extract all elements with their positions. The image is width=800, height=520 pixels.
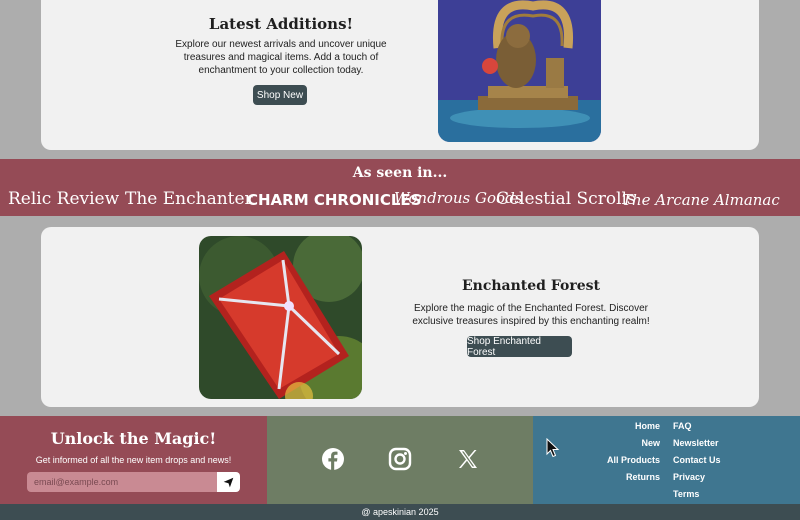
as-seen-in-banner: As seen in... Relic Review The Enchanter…: [0, 159, 800, 216]
copyright-text: @ apeskinian 2025: [0, 504, 800, 520]
brand-logo: The Enchanter: [125, 189, 253, 209]
email-field[interactable]: [27, 472, 217, 492]
footer-links-left: Home New All Products Returns: [607, 420, 660, 488]
instagram-icon[interactable]: [388, 447, 412, 471]
social-panel: [267, 416, 533, 504]
golden-idol-image: [438, 0, 601, 142]
shop-new-button[interactable]: Shop New: [253, 85, 307, 105]
brand-logo: Relic Review: [8, 189, 120, 209]
footer-link-faq[interactable]: FAQ: [673, 420, 721, 437]
brand-logo: Celestial Scrolls: [496, 189, 636, 209]
subscribe-button[interactable]: [217, 472, 240, 492]
enchanted-forest-description: Explore the magic of the Enchanted Fores…: [412, 303, 650, 327]
shop-enchanted-forest-button[interactable]: Shop Enchanted Forest: [467, 336, 572, 358]
newsletter-description: Get informed of all the new item drops a…: [35, 455, 232, 465]
footer-link-contact-us[interactable]: Contact Us: [673, 454, 721, 471]
latest-additions-description: Explore our newest arrivals and uncover …: [175, 39, 387, 76]
brand-logo: The Arcane Almanac: [622, 191, 780, 209]
footer-link-returns[interactable]: Returns: [607, 471, 660, 488]
footer-links-panel: Home New All Products Returns FAQ Newsle…: [533, 416, 800, 504]
newsletter-panel: Unlock the Magic! Get informed of all th…: [0, 416, 267, 504]
enchanted-forest-title: Enchanted Forest: [462, 278, 600, 294]
latest-additions-title: Latest Additions!: [208, 15, 354, 33]
enchanted-forest-image: [199, 236, 362, 399]
footer-link-privacy[interactable]: Privacy: [673, 471, 721, 488]
facebook-icon[interactable]: [321, 447, 345, 471]
as-seen-in-title: As seen in...: [352, 165, 448, 181]
footer-links-right: FAQ Newsletter Contact Us Privacy Terms: [673, 420, 721, 505]
footer-link-home[interactable]: Home: [607, 420, 660, 437]
send-icon: [223, 477, 234, 487]
enchanted-forest-card: Enchanted Forest Explore the magic of th…: [41, 227, 759, 407]
footer-link-new[interactable]: New: [607, 437, 660, 454]
latest-additions-card: Latest Additions! Explore our newest arr…: [41, 0, 759, 150]
newsletter-title: Unlock the Magic!: [50, 429, 217, 448]
x-icon[interactable]: [456, 447, 480, 471]
footer-link-terms[interactable]: Terms: [673, 488, 721, 505]
footer-link-newsletter[interactable]: Newsletter: [673, 437, 721, 454]
mouse-cursor-icon: [546, 437, 560, 463]
footer-link-all-products[interactable]: All Products: [607, 454, 660, 471]
